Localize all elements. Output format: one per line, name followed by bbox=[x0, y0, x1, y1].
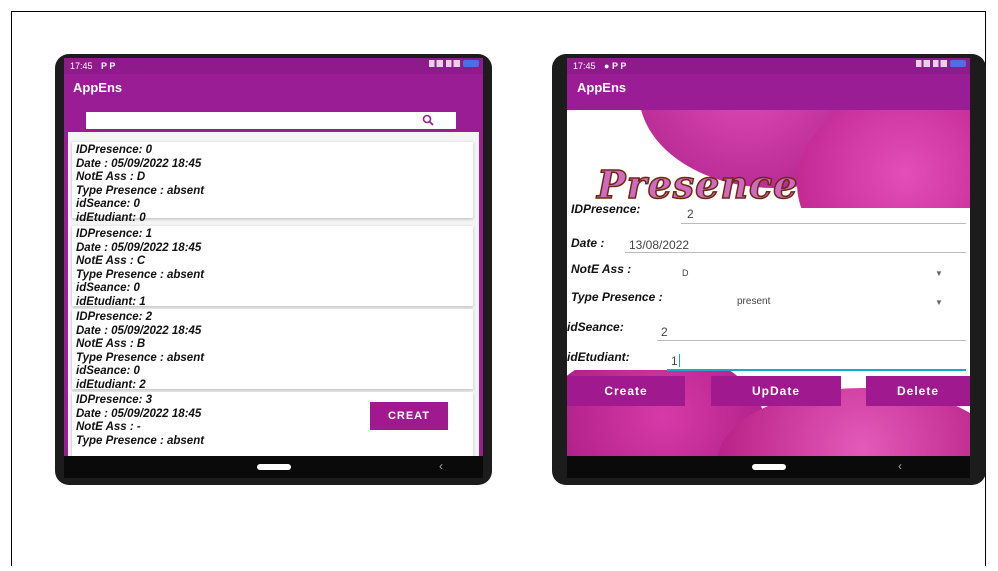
etudiant-label: idEtudiant: bbox=[567, 350, 630, 364]
battery-icon bbox=[463, 60, 479, 67]
app-bar: AppEns bbox=[64, 74, 483, 110]
update-button[interactable]: UpDate bbox=[711, 376, 841, 406]
search-icon[interactable] bbox=[422, 114, 434, 126]
card-id: IDPresence: 2 bbox=[76, 311, 153, 323]
id-underline bbox=[681, 223, 966, 224]
card-note: NotE Ass : C bbox=[76, 255, 146, 267]
list-item[interactable]: IDPresence: 1 Date : 05/09/2022 18:45 No… bbox=[72, 226, 473, 308]
type-select[interactable]: present bbox=[737, 296, 770, 307]
date-field[interactable]: 13/08/2022 bbox=[629, 238, 689, 252]
back-icon[interactable]: ‹ bbox=[439, 459, 443, 473]
notification-icon: ● P P bbox=[604, 61, 627, 71]
text-cursor bbox=[679, 354, 680, 367]
note-select[interactable]: D bbox=[682, 268, 689, 278]
notification-icon: P P bbox=[101, 61, 116, 71]
card-type: Type Presence : absent bbox=[76, 184, 205, 197]
note-label: NotE Ass : bbox=[571, 262, 632, 276]
home-button[interactable] bbox=[256, 464, 291, 470]
card-seance: idSeance: 0 bbox=[76, 282, 140, 294]
card-type: Type Presence : absent bbox=[76, 351, 205, 364]
card-date: Date : 05/09/2022 18:45 bbox=[76, 241, 202, 254]
left-phone: 17:45 P P AppEns IDPresence: 0 Date : 05… bbox=[55, 54, 492, 485]
status-bar: 17:45 ● P P bbox=[567, 58, 970, 74]
right-phone: 17:45 ● P P AppEns Presence IDPresence: … bbox=[552, 54, 986, 485]
card-id: IDPresence: 0 bbox=[76, 144, 153, 156]
search-input[interactable] bbox=[86, 112, 456, 129]
type-dropdown-icon[interactable]: ▼ bbox=[935, 298, 943, 307]
seance-label: idSeance: bbox=[567, 320, 624, 334]
navigation-bar: ‹ bbox=[64, 456, 483, 478]
card-type: Type Presence : absent bbox=[76, 268, 205, 281]
app-title: AppEns bbox=[73, 80, 123, 95]
list-item[interactable]: IDPresence: 0 Date : 05/09/2022 18:45 No… bbox=[72, 142, 473, 224]
card-seance: idSeance: 0 bbox=[76, 365, 140, 377]
card-etudiant: idEtudiant: 1 bbox=[76, 295, 146, 308]
card-type: Type Presence : absent bbox=[76, 434, 205, 447]
signal-battery-icons bbox=[916, 60, 966, 67]
page-title: Presence bbox=[596, 161, 799, 208]
form-background bbox=[567, 208, 970, 370]
seance-field[interactable]: 2 bbox=[661, 325, 668, 339]
battery-icon bbox=[950, 60, 966, 67]
card-id: IDPresence: 1 bbox=[76, 228, 153, 240]
seance-underline bbox=[657, 340, 966, 341]
card-note: NotE Ass : D bbox=[76, 171, 146, 183]
create-button[interactable]: Create bbox=[567, 376, 685, 406]
list-container: IDPresence: 0 Date : 05/09/2022 18:45 No… bbox=[64, 132, 483, 456]
type-label: Type Presence : bbox=[571, 290, 663, 304]
list-item[interactable]: IDPresence: 2 Date : 05/09/2022 18:45 No… bbox=[72, 309, 473, 391]
note-dropdown-icon[interactable]: ▼ bbox=[935, 269, 943, 278]
date-underline bbox=[625, 252, 966, 253]
status-time: 17:45 bbox=[573, 61, 596, 71]
card-date: Date : 05/09/2022 18:45 bbox=[76, 324, 202, 337]
etudiant-underline bbox=[667, 369, 966, 371]
card-seance: idSeance: 0 bbox=[76, 198, 140, 210]
card-etudiant: idEtudiant: 2 bbox=[76, 378, 146, 391]
back-icon[interactable]: ‹ bbox=[898, 459, 902, 473]
delete-button[interactable]: Delete bbox=[866, 376, 970, 406]
date-label: Date : bbox=[571, 236, 605, 250]
etudiant-field[interactable]: 1 bbox=[671, 354, 678, 368]
app-bar: AppEns bbox=[567, 74, 970, 110]
signal-battery-icons bbox=[429, 60, 479, 67]
id-field[interactable]: 2 bbox=[687, 207, 694, 221]
status-time: 17:45 bbox=[70, 61, 93, 71]
navigation-bar: ‹ bbox=[567, 456, 970, 478]
card-etudiant: idEtudiant: 0 bbox=[76, 211, 146, 224]
app-title: AppEns bbox=[577, 80, 627, 95]
id-label: IDPresence: bbox=[571, 202, 641, 216]
left-screen: 17:45 P P AppEns IDPresence: 0 Date : 05… bbox=[64, 58, 483, 478]
status-bar: 17:45 P P bbox=[64, 58, 483, 74]
creat-button[interactable]: CREAT bbox=[370, 402, 448, 430]
card-date: Date : 05/09/2022 18:45 bbox=[76, 157, 202, 170]
card-note: NotE Ass : B bbox=[76, 338, 146, 350]
home-button[interactable] bbox=[751, 464, 786, 470]
right-screen: 17:45 ● P P AppEns Presence IDPresence: … bbox=[567, 58, 970, 478]
